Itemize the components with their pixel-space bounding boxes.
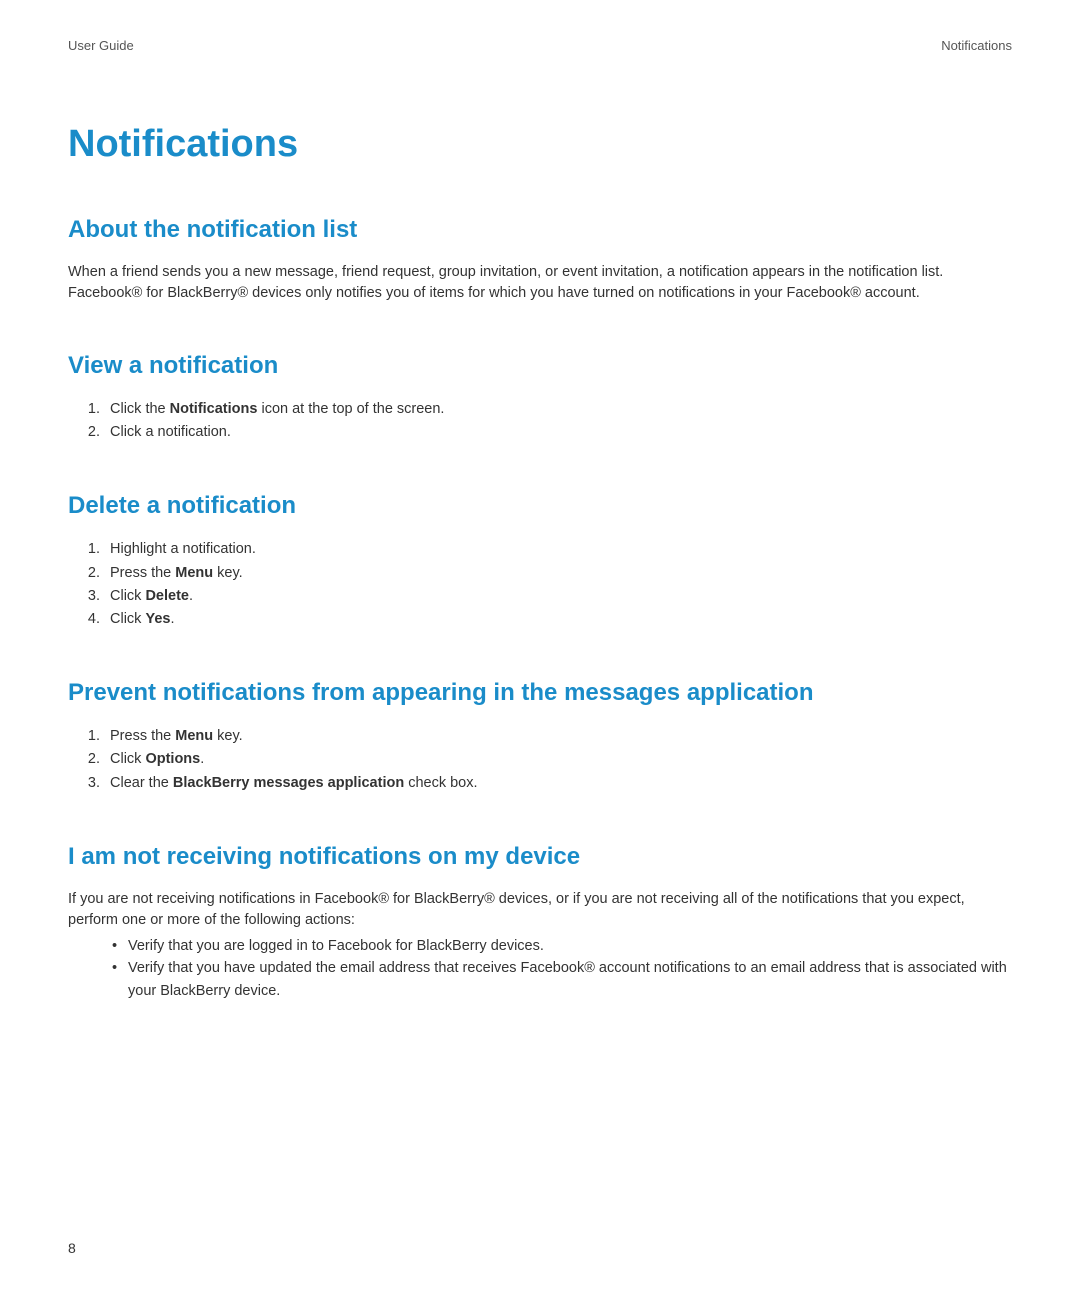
page-number: 8: [68, 1240, 76, 1256]
step-bold: Yes: [145, 611, 170, 627]
step-text: Click: [110, 751, 145, 767]
list-item: Press the Menu key.: [98, 562, 1012, 585]
section-view: View a notification Click the Notificati…: [68, 352, 1012, 444]
step-bold: Menu: [175, 728, 213, 744]
step-text: Clear the: [110, 775, 173, 791]
step-bold: Delete: [145, 588, 189, 604]
list-item: Click a notification.: [98, 421, 1012, 444]
heading-prevent: Prevent notifications from appearing in …: [68, 679, 1012, 707]
section-delete: Delete a notification Highlight a notifi…: [68, 492, 1012, 631]
page-header: User Guide Notifications: [68, 38, 1012, 53]
heading-view: View a notification: [68, 352, 1012, 380]
step-text: Click the: [110, 401, 170, 417]
page-title: Notifications: [68, 123, 1012, 166]
step-text: .: [200, 751, 204, 767]
section-about: About the notification list When a frien…: [68, 216, 1012, 304]
step-bold: Menu: [175, 565, 213, 581]
step-text: Press the: [110, 728, 175, 744]
notreceiving-paragraph: If you are not receiving notifications i…: [68, 889, 1012, 931]
section-notreceiving: I am not receiving notifications on my d…: [68, 843, 1012, 1002]
step-text: icon at the top of the screen.: [257, 401, 444, 417]
step-bold: Notifications: [170, 401, 258, 417]
list-item: Click Delete.: [98, 585, 1012, 608]
prevent-steps: Press the Menu key. Click Options. Clear…: [68, 725, 1012, 795]
list-item: Click Yes.: [98, 608, 1012, 631]
step-text: .: [189, 588, 193, 604]
step-text: key.: [213, 728, 243, 744]
section-prevent: Prevent notifications from appearing in …: [68, 679, 1012, 795]
list-item: Press the Menu key.: [98, 725, 1012, 748]
header-right: Notifications: [941, 38, 1012, 53]
heading-notreceiving: I am not receiving notifications on my d…: [68, 843, 1012, 871]
step-bold: BlackBerry messages application: [173, 775, 404, 791]
step-text: .: [170, 611, 174, 627]
notreceiving-bullets: Verify that you are logged in to Faceboo…: [68, 935, 1012, 1002]
list-item: Verify that you are logged in to Faceboo…: [128, 935, 1012, 957]
heading-delete: Delete a notification: [68, 492, 1012, 520]
list-item: Verify that you have updated the email a…: [128, 957, 1012, 1002]
step-bold: Options: [145, 751, 200, 767]
step-text: Click: [110, 611, 145, 627]
view-steps: Click the Notifications icon at the top …: [68, 398, 1012, 444]
step-text: key.: [213, 565, 243, 581]
step-text: Press the: [110, 565, 175, 581]
list-item: Click Options.: [98, 748, 1012, 771]
step-text: check box.: [404, 775, 477, 791]
list-item: Click the Notifications icon at the top …: [98, 398, 1012, 421]
header-left: User Guide: [68, 38, 134, 53]
about-paragraph: When a friend sends you a new message, f…: [68, 262, 1012, 304]
list-item: Highlight a notification.: [98, 538, 1012, 561]
heading-about: About the notification list: [68, 216, 1012, 244]
list-item: Clear the BlackBerry messages applicatio…: [98, 772, 1012, 795]
delete-steps: Highlight a notification. Press the Menu…: [68, 538, 1012, 631]
step-text: Click: [110, 588, 145, 604]
